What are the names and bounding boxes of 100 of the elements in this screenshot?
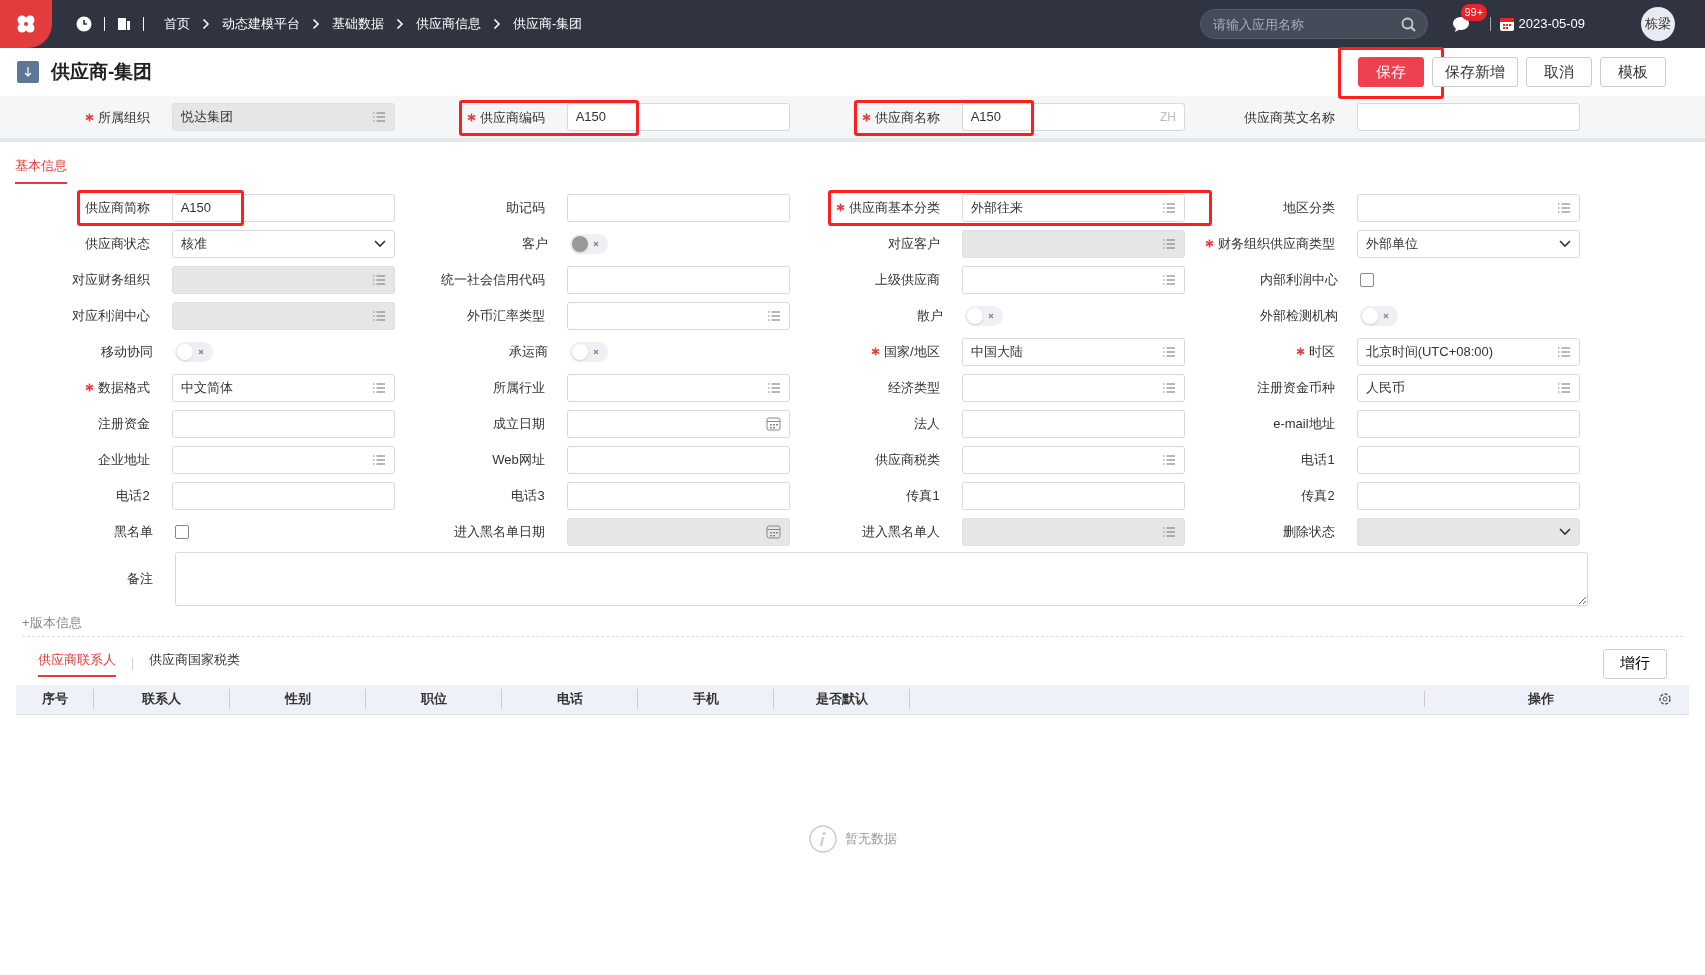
input-field[interactable] xyxy=(566,445,790,474)
chevron-down-icon[interactable] xyxy=(374,239,386,248)
input-field[interactable]: A150 xyxy=(171,193,395,222)
column-header: 序号 xyxy=(16,689,94,709)
toggle-switch[interactable] xyxy=(570,341,608,362)
input-field[interactable]: A150 xyxy=(566,103,790,131)
field-label: 电话1 xyxy=(1301,451,1335,468)
input-field[interactable]: A150 ZH xyxy=(961,103,1185,131)
input-field[interactable] xyxy=(171,481,395,510)
list-icon[interactable] xyxy=(372,381,386,394)
chevron-right-icon xyxy=(396,18,404,30)
lookup-field[interactable]: 人民币 xyxy=(1356,373,1580,402)
input-field[interactable] xyxy=(566,481,790,510)
toolbar-button[interactable]: 模板 xyxy=(1600,57,1666,87)
column-header: 是否默认 xyxy=(774,689,910,709)
toolbar-button[interactable]: 取消 xyxy=(1526,57,1592,87)
list-icon[interactable] xyxy=(1162,381,1176,394)
lookup-field[interactable] xyxy=(961,373,1185,402)
toggle-switch[interactable] xyxy=(965,305,1003,326)
list-icon[interactable] xyxy=(372,453,386,466)
list-icon[interactable] xyxy=(1162,201,1176,214)
lookup-field[interactable]: 中文简体 xyxy=(171,373,395,402)
toggle-switch[interactable] xyxy=(175,341,213,362)
input-field[interactable] xyxy=(171,409,395,438)
field-label: 对应财务组织 xyxy=(71,271,150,288)
input-field[interactable] xyxy=(961,409,1185,438)
sub-tab[interactable]: 供应商国家税类 xyxy=(149,650,240,677)
lookup-field[interactable] xyxy=(566,373,790,402)
list-icon[interactable] xyxy=(1162,345,1176,358)
field-label: 散户 xyxy=(917,307,943,324)
cross-icon xyxy=(198,348,204,355)
input-field[interactable] xyxy=(566,265,790,294)
field-label: Web网址 xyxy=(492,451,545,468)
empty-state-text: 暂无数据 xyxy=(844,829,897,848)
field-label: 上级供应商 xyxy=(874,271,940,288)
toolbar-button[interactable]: 保存新增 xyxy=(1432,57,1518,87)
breadcrumb-link[interactable]: 动态建模平台 xyxy=(222,14,300,34)
toolbar-button[interactable]: 保存 xyxy=(1358,57,1424,87)
select-field[interactable]: 核准 xyxy=(171,229,395,258)
field-label: 删除状态 xyxy=(1282,523,1335,540)
list-icon[interactable] xyxy=(767,381,781,394)
field-label: 数据格式 xyxy=(97,379,150,396)
input-field[interactable] xyxy=(566,193,790,222)
field-value: 人民币 xyxy=(1365,379,1405,395)
chevron-right-icon xyxy=(202,18,210,30)
lookup-field[interactable] xyxy=(1356,193,1580,222)
field-label: 供应商税类 xyxy=(874,451,940,468)
input-field[interactable] xyxy=(961,481,1185,510)
lookup-field[interactable] xyxy=(171,445,395,474)
field-label: 所属组织 xyxy=(97,108,150,126)
logo-icon[interactable] xyxy=(0,0,52,48)
list-icon[interactable] xyxy=(1162,273,1176,286)
settings-icon[interactable] xyxy=(1657,691,1673,707)
field-label: 供应商名称 xyxy=(874,108,940,126)
input-field[interactable] xyxy=(1356,409,1580,438)
chat-icon[interactable] xyxy=(1451,15,1470,33)
breadcrumb-link[interactable]: 首页 xyxy=(164,14,190,34)
lookup-field[interactable] xyxy=(566,301,790,330)
breadcrumb-link[interactable]: 供应商信息 xyxy=(416,14,481,34)
lookup-field[interactable] xyxy=(961,445,1185,474)
field-label: 供应商简称 xyxy=(84,199,150,216)
list-icon[interactable] xyxy=(1557,201,1571,214)
document-icon[interactable] xyxy=(117,17,131,31)
list-icon[interactable] xyxy=(1557,345,1571,358)
input-field[interactable] xyxy=(1356,445,1580,474)
breadcrumb-link[interactable]: 基础数据 xyxy=(332,14,384,34)
section-tab[interactable]: 基本信息 xyxy=(15,156,67,184)
chevron-down-icon[interactable] xyxy=(1559,239,1571,248)
list-icon[interactable] xyxy=(1557,381,1571,394)
cross-icon xyxy=(988,312,994,319)
field-label: 外币汇率类型 xyxy=(466,307,545,324)
clock-icon[interactable] xyxy=(76,16,92,32)
breadcrumb-link[interactable]: 供应商-集团 xyxy=(513,14,583,34)
toggle-switch[interactable] xyxy=(1360,305,1398,326)
search-icon[interactable] xyxy=(1400,16,1416,32)
search-field[interactable]: 请输入应用名称 xyxy=(1199,9,1428,39)
field-label: 对应利润中心 xyxy=(71,307,150,324)
field-label: 注册资金币种 xyxy=(1256,379,1335,396)
lookup-field[interactable]: 外部往来 xyxy=(961,193,1185,222)
lookup-field[interactable]: 中国大陆 xyxy=(961,337,1185,366)
select-field[interactable]: 外部单位 xyxy=(1356,229,1580,258)
date-field[interactable] xyxy=(566,409,790,438)
input-field[interactable] xyxy=(1356,103,1580,131)
field-label: 助记码 xyxy=(505,199,545,216)
checkbox[interactable] xyxy=(1360,272,1374,287)
chevron-right-icon xyxy=(312,18,320,30)
list-icon[interactable] xyxy=(1162,453,1176,466)
checkbox[interactable] xyxy=(175,524,189,539)
remark-textarea[interactable] xyxy=(175,551,1588,606)
user-avatar[interactable]: 栋梁 xyxy=(1641,7,1675,41)
lookup-field[interactable] xyxy=(961,265,1185,294)
current-date: 2023-05-09 xyxy=(1518,15,1585,34)
field-label: 时区 xyxy=(1308,343,1335,360)
input-field[interactable] xyxy=(1356,481,1580,510)
list-icon[interactable] xyxy=(767,309,781,322)
calendar-icon[interactable] xyxy=(1498,16,1515,32)
version-info-link[interactable]: +版本信息 xyxy=(22,614,82,630)
add-row-button[interactable]: 增行 xyxy=(1603,648,1667,679)
lookup-field[interactable]: 北京时间(UTC+08:00) xyxy=(1356,337,1580,366)
sub-tab[interactable]: 供应商联系人 xyxy=(38,650,116,677)
